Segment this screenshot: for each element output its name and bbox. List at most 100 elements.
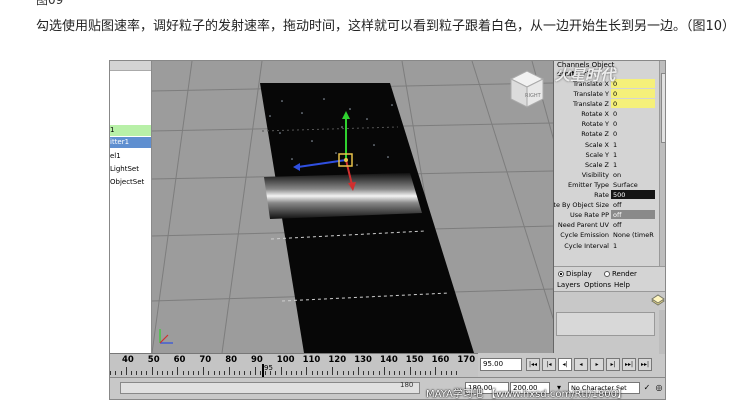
attribute-value[interactable]: 1 — [611, 140, 655, 149]
timeline-tick — [440, 371, 442, 375]
timeline-tick-label: 170 — [457, 355, 476, 365]
outliner-item[interactable]: 1 — [110, 125, 151, 136]
time-slider[interactable]: 95 40 50 60 70 80 90 100 110 120 130 140 150 160 170 — [110, 353, 478, 377]
channel-box-scrollbar[interactable] — [659, 61, 665, 266]
attribute-value[interactable]: 1 — [611, 150, 655, 159]
channel-box-row[interactable]: Visibility on — [554, 170, 665, 180]
preferences-icon[interactable]: ◎ — [654, 382, 664, 394]
timeline-tick — [404, 371, 406, 375]
channel-box-row[interactable]: Scale Y1 — [554, 150, 665, 160]
channel-box-row[interactable]: Rotate Y0 — [554, 119, 665, 129]
attribute-label: Need Parent UV — [557, 221, 609, 230]
playback-button[interactable]: |◂◂ — [526, 358, 540, 371]
outliner-item-emitter[interactable]: itter1 — [110, 137, 151, 148]
timeline-tick — [342, 371, 344, 375]
playback-button[interactable]: |◂ — [542, 358, 556, 371]
timeline-tick — [311, 371, 313, 375]
timeline-tick — [394, 371, 396, 375]
timeline-tick — [456, 371, 458, 375]
attribute-value[interactable]: 0 — [611, 119, 655, 128]
timeline-tick — [254, 367, 256, 375]
timeline-tick — [192, 371, 194, 375]
attribute-value[interactable]: 0 — [611, 89, 655, 99]
help-menu[interactable]: Help — [614, 280, 630, 291]
playback-button[interactable]: ▸ — [590, 358, 604, 371]
channel-box-row[interactable]: Scale Z1 — [554, 160, 665, 170]
playback-button[interactable]: ▸▸| — [638, 358, 652, 371]
outliner-item[interactable]: ObjectSet — [110, 177, 151, 188]
outliner-item[interactable]: el1 — [110, 151, 151, 162]
timeline-tick-label: 70 — [199, 355, 212, 365]
attribute-label: Visibility — [581, 170, 609, 179]
attribute-label: Scale Y — [585, 150, 609, 159]
attribute-value[interactable]: on — [611, 170, 655, 179]
channel-box-row[interactable]: Use Rate PP off — [554, 210, 665, 220]
watermark-logo: 火星时代 — [555, 66, 616, 84]
channel-box-row[interactable]: Need Parent UV off — [554, 220, 665, 230]
timeline-tick — [203, 367, 205, 375]
timeline-tick-label: 110 — [302, 355, 321, 365]
attribute-value[interactable]: None (timeR — [611, 230, 655, 239]
attribute-value[interactable]: 0 — [611, 79, 655, 88]
scrollbar-thumb[interactable] — [661, 73, 665, 143]
attribute-label: Cycle Interval — [564, 241, 609, 250]
ramp-white-band — [264, 173, 422, 219]
attribute-value[interactable]: off — [611, 200, 655, 209]
attribute-value[interactable]: 0 — [611, 109, 655, 118]
timeline-tick — [161, 371, 163, 375]
channel-box-row[interactable]: Scale X1 — [554, 140, 665, 150]
channel-box-row[interactable]: Translate Z0 — [554, 99, 665, 109]
attribute-value[interactable]: 0 — [611, 129, 655, 138]
attribute-value[interactable]: 1 — [611, 241, 655, 250]
timeline-tick — [399, 371, 401, 375]
channel-box-row[interactable]: Cycle Emission None (timeR — [554, 230, 665, 240]
timeline-tick-label: 160 — [431, 355, 450, 365]
attribute-value[interactable]: off — [611, 210, 655, 220]
timeline-tick — [414, 371, 416, 375]
playback-button[interactable]: ◂| — [558, 358, 572, 371]
range-slider[interactable] — [120, 382, 420, 394]
channel-box-row[interactable]: te By Object Size off — [554, 200, 665, 210]
playback-button[interactable]: ▸▸| — [622, 358, 636, 371]
channel-box-row[interactable]: Cycle Interval 1 — [554, 241, 665, 251]
channel-box-row[interactable]: Translate Y0 — [554, 89, 665, 99]
attribute-value[interactable]: Surface — [611, 180, 655, 189]
layer-scrollbar[interactable] — [659, 310, 665, 354]
attribute-value[interactable]: off — [611, 220, 655, 229]
render-radio[interactable]: Render — [604, 267, 637, 281]
timeline-tick — [125, 367, 127, 375]
attribute-value[interactable]: 0 — [611, 99, 655, 109]
outliner-item[interactable]: LightSet — [110, 164, 151, 175]
new-layer-icon[interactable] — [651, 294, 665, 306]
outliner-panel: 1 itter1 el1 LightSet ObjectSet — [110, 61, 152, 353]
playback-button[interactable]: ◂ — [574, 358, 588, 371]
timeline-tick — [409, 367, 411, 375]
playback-button[interactable]: ▸| — [606, 358, 620, 371]
attribute-value[interactable]: 500 — [611, 190, 655, 200]
attribute-label: Rotate Y — [581, 120, 609, 129]
attribute-value[interactable]: 1 — [611, 160, 655, 169]
channel-box-row[interactable]: Emitter Type Surface — [554, 180, 665, 190]
timeline-tick — [151, 367, 153, 375]
timeline-tick — [172, 371, 174, 375]
channel-box-row[interactable]: Rotate Z0 — [554, 129, 665, 139]
options-menu[interactable]: Options — [584, 280, 611, 291]
timeline-tick — [430, 371, 432, 375]
display-render-toggle: Display Render — [554, 266, 665, 281]
view-cube[interactable]: RIGHT — [507, 69, 545, 109]
3d-viewport[interactable]: RIGHT — [152, 61, 554, 353]
current-frame-field[interactable]: 95.00 — [480, 358, 522, 371]
key-icon[interactable]: ✓ — [642, 382, 652, 394]
layer-list[interactable] — [556, 312, 655, 336]
display-radio[interactable]: Display — [558, 267, 592, 281]
layers-menu[interactable]: Layers — [557, 280, 580, 291]
timeline-tick — [223, 371, 225, 375]
timeline-tick-label: 90 — [251, 355, 263, 365]
channel-box-row[interactable]: Rotate X0 — [554, 109, 665, 119]
timeline-tick — [378, 371, 380, 375]
channel-box-row[interactable]: Rate 500 — [554, 190, 665, 200]
article-caption: 勾选使用贴图速率，调好粒子的发射速率，拖动时间，这样就可以看到粒子跟着白色，从一… — [36, 19, 736, 34]
timeline-tick — [146, 371, 148, 375]
timeline-tick — [373, 371, 375, 375]
attribute-label: Translate Z — [572, 100, 609, 109]
